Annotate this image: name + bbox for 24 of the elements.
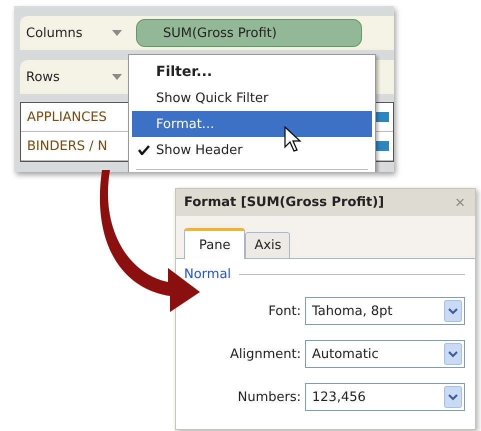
table-cell-text: APPLIANCES	[26, 110, 107, 124]
mouse-cursor-icon	[284, 126, 302, 152]
menu-item[interactable]: Show Header	[132, 137, 372, 163]
menu-item[interactable]: Filter...	[132, 59, 372, 85]
field-label: Numbers:	[238, 390, 301, 404]
shelf-label: Columns	[25, 26, 84, 40]
dropdown-caret-icon[interactable]	[112, 74, 122, 80]
checkmark-icon	[138, 145, 150, 155]
table-cell-text: BINDERS / N	[26, 138, 108, 154]
dropdown-field[interactable]: Automatic	[305, 340, 465, 368]
dropdown-field[interactable]: 123,456	[305, 383, 465, 411]
menu-item[interactable]: Format...	[132, 111, 372, 137]
field-label: Font:	[268, 304, 301, 318]
shelf-label: Rows	[25, 70, 61, 84]
menu-item[interactable]: Show Quick Filter	[132, 85, 372, 111]
dropdown-field[interactable]: Tahoma, 8pt	[305, 297, 465, 325]
tab[interactable]: Pane	[184, 228, 246, 259]
bar-mark	[375, 112, 389, 122]
panel-title: Format [SUM(Gross Profit)]	[184, 195, 384, 210]
field-label: Alignment:	[230, 346, 301, 362]
section-heading: Normal	[184, 267, 232, 282]
dropdown-caret-icon[interactable]	[112, 30, 122, 36]
field-pill[interactable]: SUM(Gross Profit)	[136, 19, 362, 47]
tab[interactable]: Axis	[245, 232, 290, 258]
